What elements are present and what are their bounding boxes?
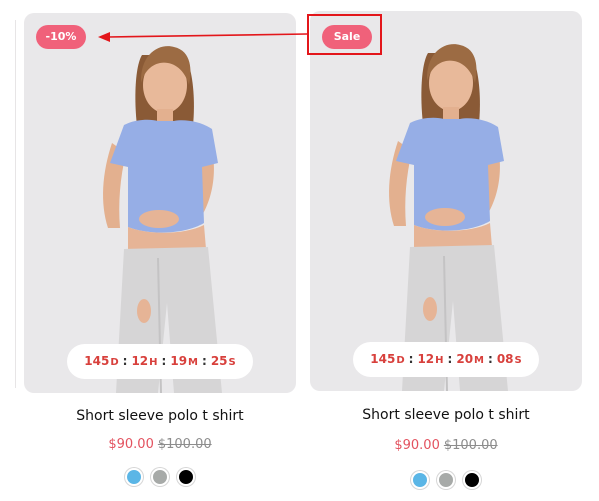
- countdown-seconds-unit: S: [228, 357, 236, 368]
- color-swatches: [310, 471, 582, 491]
- swatch-black[interactable]: [463, 471, 481, 489]
- product-image[interactable]: -10% 145D:12H:19M:25S: [24, 13, 296, 393]
- annotation-highlight-box: [307, 14, 382, 55]
- countdown-days-unit: D: [396, 355, 405, 366]
- countdown-hours: 12: [417, 352, 435, 366]
- swatch-gray[interactable]: [151, 468, 169, 486]
- countdown-hours-unit: H: [149, 357, 158, 368]
- countdown-days: 145: [370, 352, 396, 366]
- countdown-seconds-unit: S: [514, 355, 522, 366]
- product-title[interactable]: Short sleeve polo t shirt: [24, 408, 296, 424]
- model-photo: [389, 44, 508, 391]
- countdown-hours: 12: [131, 354, 149, 368]
- product-grid: -10% 145D:12H:19M:25S Short sleeve polo …: [0, 0, 599, 501]
- compare-price: $100.00: [157, 437, 212, 452]
- countdown-minutes: 19: [170, 354, 188, 368]
- sale-price: $90.00: [108, 437, 154, 452]
- countdown-hours-unit: H: [435, 355, 444, 366]
- countdown-minutes: 20: [456, 352, 474, 366]
- swatch-black[interactable]: [177, 468, 195, 486]
- product-price: $90.00 $100.00: [24, 437, 296, 452]
- countdown-seconds: 08: [496, 352, 514, 366]
- color-swatches: [24, 468, 296, 488]
- previous-card-edge: [15, 20, 16, 388]
- sale-price: $90.00: [394, 438, 440, 453]
- countdown-days: 145: [84, 354, 110, 368]
- swatch-blue[interactable]: [411, 471, 429, 489]
- countdown-separator: :: [447, 352, 453, 366]
- countdown-minutes-unit: M: [188, 357, 198, 368]
- countdown-separator: :: [161, 354, 167, 368]
- swatch-gray[interactable]: [437, 471, 455, 489]
- countdown-separator: :: [202, 354, 207, 368]
- product-image[interactable]: Sale 145D:12H:20M:08S: [310, 11, 582, 391]
- countdown-timer: 145D:12H:20M:08S: [353, 342, 539, 377]
- countdown-separator: :: [408, 352, 414, 366]
- countdown-separator: :: [122, 354, 128, 368]
- countdown-seconds: 25: [210, 354, 228, 368]
- compare-price: $100.00: [443, 438, 498, 453]
- countdown-days-unit: D: [110, 357, 119, 368]
- product-card[interactable]: Sale 145D:12H:20M:08S Short sleeve polo …: [310, 0, 582, 501]
- countdown-timer: 145D:12H:19M:25S: [67, 344, 253, 379]
- product-title[interactable]: Short sleeve polo t shirt: [310, 407, 582, 423]
- countdown-separator: :: [488, 352, 493, 366]
- countdown-minutes-unit: M: [474, 355, 484, 366]
- model-photo: [103, 46, 222, 393]
- discount-badge: -10%: [36, 25, 86, 49]
- product-card[interactable]: -10% 145D:12H:19M:25S Short sleeve polo …: [24, 0, 296, 501]
- swatch-blue[interactable]: [125, 468, 143, 486]
- product-price: $90.00 $100.00: [310, 438, 582, 453]
